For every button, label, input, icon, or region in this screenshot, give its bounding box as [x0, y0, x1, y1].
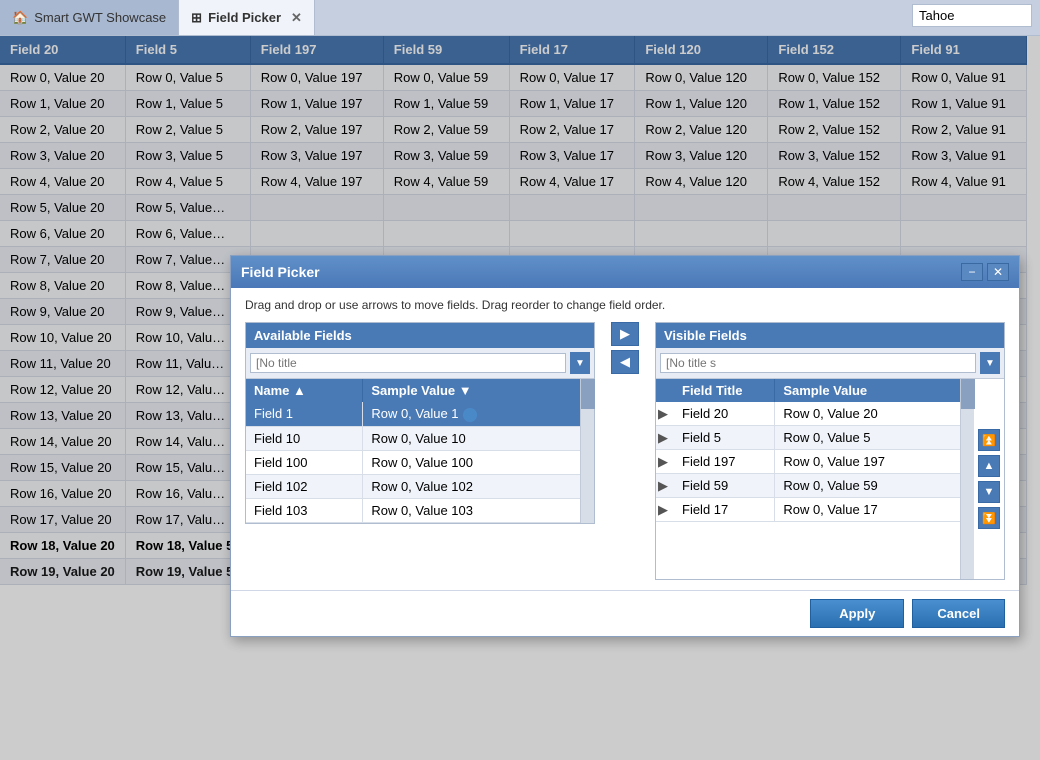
visible-item-title: Field 59	[674, 474, 775, 497]
available-scrollbar[interactable]	[580, 379, 594, 523]
visible-item-value: Row 0, Value 20	[775, 402, 960, 425]
visible-col-title: Field Title	[674, 379, 775, 402]
visible-item-value: Row 0, Value 17	[775, 498, 960, 521]
grid-icon: ⊞	[191, 10, 202, 26]
expand-icon[interactable]: ▶	[656, 406, 674, 422]
available-list-item[interactable]: Field 100Row 0, Value 100	[246, 451, 580, 475]
visible-scrollbar[interactable]	[960, 379, 974, 579]
tab-close-button[interactable]: ✕	[291, 10, 302, 26]
available-col-name: Name ▲	[246, 379, 363, 402]
available-item-name: Field 10	[246, 427, 363, 450]
available-item-value: Row 0, Value 103	[363, 499, 580, 522]
available-filter-row: ▼	[246, 348, 594, 379]
expand-icon[interactable]: ▶	[656, 478, 674, 494]
search-input[interactable]	[912, 4, 1032, 27]
available-filter-input[interactable]	[250, 353, 566, 373]
visible-item-title: Field 197	[674, 450, 775, 473]
expand-icon[interactable]: ▶	[656, 454, 674, 470]
visible-filter-input[interactable]	[660, 353, 976, 373]
available-panel-header: Available Fields	[246, 323, 594, 348]
visible-list-item[interactable]: ▶Field 17Row 0, Value 17	[656, 498, 960, 522]
visible-list-item[interactable]: ▶Field 5Row 0, Value 5	[656, 426, 960, 450]
dialog-title: Field Picker	[241, 264, 320, 280]
visible-list-item[interactable]: ▶Field 59Row 0, Value 59	[656, 474, 960, 498]
tab-field-picker[interactable]: ⊞ Field Picker ✕	[179, 0, 315, 35]
apply-button[interactable]: Apply	[810, 599, 904, 628]
cursor-icon	[463, 408, 477, 422]
available-item-name: Field 100	[246, 451, 363, 474]
top-bar: 🏠 Smart GWT Showcase ⊞ Field Picker ✕	[0, 0, 1040, 36]
available-list-body[interactable]: Field 1Row 0, Value 1Field 10Row 0, Valu…	[246, 402, 580, 523]
visible-list-body[interactable]: ▶Field 20Row 0, Value 20▶Field 5Row 0, V…	[656, 402, 960, 522]
search-area	[904, 0, 1040, 35]
home-icon: 🏠	[12, 10, 28, 26]
available-item-value: Row 0, Value 10	[363, 427, 580, 450]
dialog-titlebar: Field Picker − ✕	[231, 256, 1019, 288]
available-list-item[interactable]: Field 102Row 0, Value 102	[246, 475, 580, 499]
visible-list-item[interactable]: ▶Field 197Row 0, Value 197	[656, 450, 960, 474]
available-filter-dropdown[interactable]: ▼	[570, 352, 590, 374]
visible-col-value: Sample Value	[775, 379, 960, 402]
visible-list-item[interactable]: ▶Field 20Row 0, Value 20	[656, 402, 960, 426]
reorder-top-button[interactable]: ⏫	[978, 429, 1000, 451]
dialog-body: Drag and drop or use arrows to move fiel…	[231, 288, 1019, 590]
cancel-button[interactable]: Cancel	[912, 599, 1005, 628]
visible-filter-dropdown[interactable]: ▼	[980, 352, 1000, 374]
reorder-up-button[interactable]: ▲	[978, 455, 1000, 477]
dialog-close-button[interactable]: ✕	[987, 263, 1009, 281]
reorder-bottom-button[interactable]: ⏬	[978, 507, 1000, 529]
transfer-buttons: ▶ ◀	[605, 322, 645, 374]
available-item-value: Row 0, Value 100	[363, 451, 580, 474]
dialog-minimize-button[interactable]: −	[961, 263, 983, 281]
available-scrollbar-thumb[interactable]	[581, 379, 595, 409]
visible-filter-row: ▼	[656, 348, 1004, 379]
panels-row: Available Fields ▼ Name ▲ Sample Value ▼…	[245, 322, 1005, 580]
field-picker-dialog: Field Picker − ✕ Drag and drop or use ar…	[230, 255, 1020, 637]
dialog-hint: Drag and drop or use arrows to move fiel…	[245, 298, 1005, 312]
available-item-name: Field 1	[246, 402, 363, 426]
visible-item-value: Row 0, Value 59	[775, 474, 960, 497]
available-list-item[interactable]: Field 1Row 0, Value 1	[246, 402, 580, 427]
available-item-name: Field 102	[246, 475, 363, 498]
expand-icon[interactable]: ▶	[656, 430, 674, 446]
sort-indicator: ▼	[459, 383, 472, 398]
available-item-value: Row 0, Value 102	[363, 475, 580, 498]
available-col-value: Sample Value ▼	[363, 379, 580, 402]
transfer-left-button[interactable]: ◀	[611, 350, 639, 374]
visible-item-title: Field 5	[674, 426, 775, 449]
visible-list-header: Field Title Sample Value	[656, 379, 960, 402]
available-list-header: Name ▲ Sample Value ▼	[246, 379, 580, 402]
tab-home-label: Smart GWT Showcase	[34, 10, 166, 25]
available-item-value: Row 0, Value 1	[363, 402, 580, 426]
visible-item-value: Row 0, Value 5	[775, 426, 960, 449]
available-fields-panel: Available Fields ▼ Name ▲ Sample Value ▼…	[245, 322, 595, 524]
tab-home[interactable]: 🏠 Smart GWT Showcase	[0, 0, 179, 35]
transfer-right-button[interactable]: ▶	[611, 322, 639, 346]
visible-item-title: Field 17	[674, 498, 775, 521]
visible-fields-panel: Visible Fields ▼ Field Title Sample Valu…	[655, 322, 1005, 580]
sort-asc-icon: ▲	[293, 383, 306, 398]
visible-item-title: Field 20	[674, 402, 775, 425]
available-list-item[interactable]: Field 103Row 0, Value 103	[246, 499, 580, 523]
reorder-down-button[interactable]: ▼	[978, 481, 1000, 503]
tab-picker-label: Field Picker	[208, 10, 281, 25]
reorder-buttons: ⏫ ▲ ▼ ⏬	[974, 379, 1004, 579]
dialog-controls: − ✕	[961, 263, 1009, 281]
expand-icon[interactable]: ▶	[656, 502, 674, 518]
expand-col	[656, 379, 674, 402]
visible-panel-header: Visible Fields	[656, 323, 1004, 348]
visible-item-value: Row 0, Value 197	[775, 450, 960, 473]
available-item-name: Field 103	[246, 499, 363, 522]
dialog-footer: Apply Cancel	[231, 590, 1019, 636]
available-list-item[interactable]: Field 10Row 0, Value 10	[246, 427, 580, 451]
visible-scrollbar-thumb[interactable]	[961, 379, 975, 409]
